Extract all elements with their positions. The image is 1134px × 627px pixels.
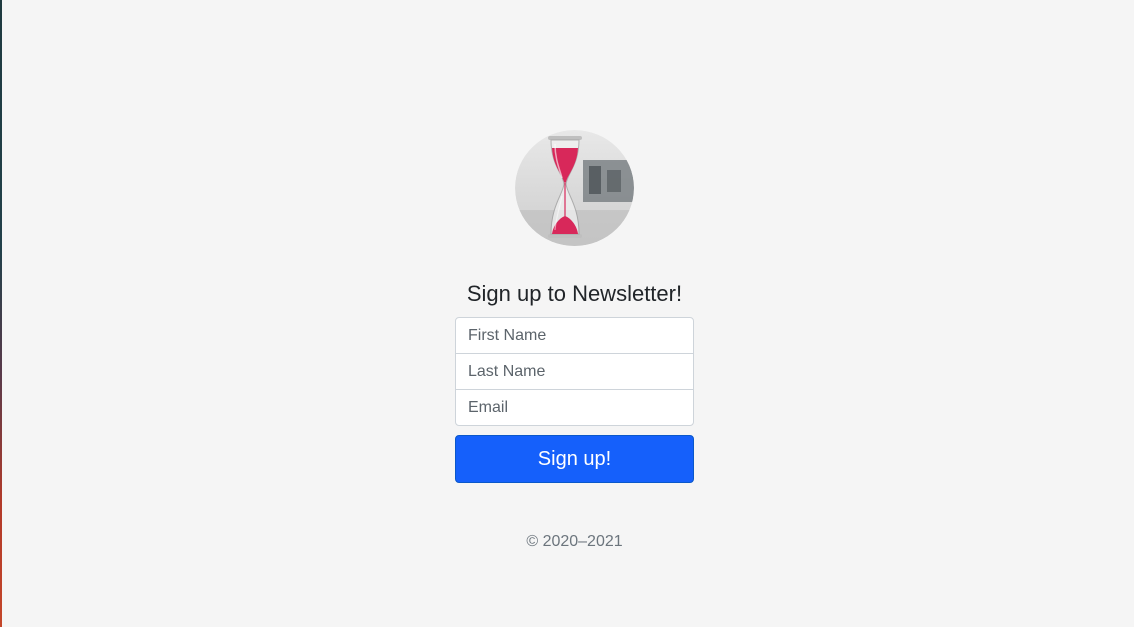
window-edge (0, 0, 2, 627)
sign-up-button[interactable]: Sign up! (455, 435, 694, 483)
first-name-field[interactable] (455, 317, 694, 354)
signup-form: Sign up to Newsletter! Sign up! © 2020–2… (455, 130, 694, 568)
copyright-text: © 2020–2021 (526, 533, 623, 550)
page-title: Sign up to Newsletter! (466, 281, 683, 306)
hourglass-logo (515, 130, 634, 246)
signup-fields (455, 317, 694, 426)
last-name-field[interactable] (455, 353, 694, 390)
email-field[interactable] (455, 389, 694, 426)
